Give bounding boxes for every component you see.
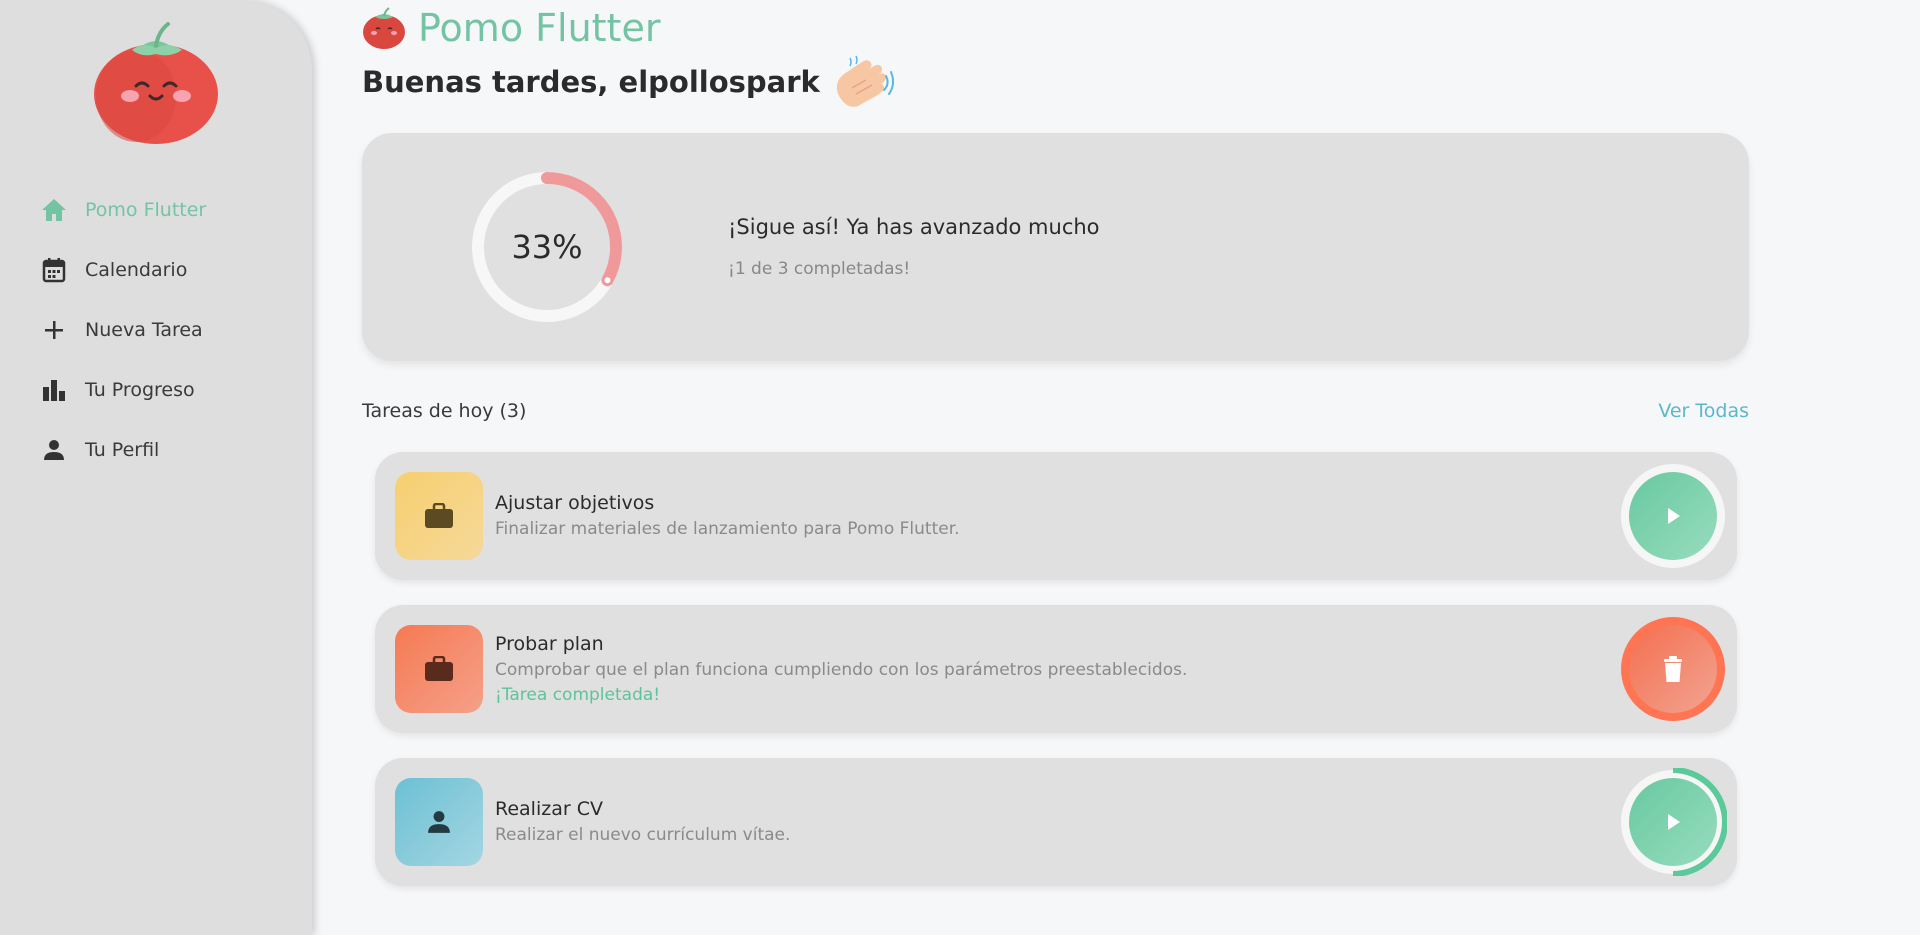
task-description: Realizar el nuevo currículum vítae. — [495, 825, 791, 845]
progress-percent: 33% — [511, 228, 583, 266]
progress-card: 33% ¡Sigue así! Ya has avanzado mucho ¡1… — [362, 133, 1749, 361]
task-icon-box — [395, 778, 483, 866]
task-status: ¡Tarea completada! — [495, 685, 661, 705]
sidebar-item-label: Tu Perfil — [85, 439, 160, 461]
calendar-icon — [40, 256, 68, 284]
sidebar: Pomo Flutter Calendario Nueva Tarea Tu P… — [0, 0, 312, 935]
briefcase-icon — [425, 656, 453, 681]
sidebar-item-tu-perfil[interactable]: Tu Perfil — [40, 420, 300, 480]
progress-subtitle: ¡1 de 3 completadas! — [728, 259, 911, 279]
sidebar-item-calendario[interactable]: Calendario — [40, 240, 300, 300]
progress-title: ¡Sigue así! Ya has avanzado mucho — [728, 215, 1100, 239]
task-icon-box — [395, 472, 483, 560]
greeting: Buenas tardes, elpollospark — [362, 54, 894, 110]
tomato-logo-icon — [94, 22, 218, 144]
task-title: Ajustar objetivos — [495, 492, 655, 514]
sidebar-item-label: Calendario — [85, 259, 188, 281]
person-icon — [40, 436, 68, 464]
sidebar-item-nueva-tarea[interactable]: Nueva Tarea — [40, 300, 300, 360]
sidebar-item-pomo-flutter[interactable]: Pomo Flutter — [40, 180, 300, 240]
task-description: Comprobar que el plan funciona cumpliend… — [495, 660, 1188, 680]
app-title-text: Pomo Flutter — [418, 6, 661, 50]
trash-icon — [1664, 656, 1682, 682]
waving-hand-icon — [836, 55, 894, 107]
sidebar-item-tu-progreso[interactable]: Tu Progreso — [40, 360, 300, 420]
task-title: Probar plan — [495, 633, 604, 655]
sidebar-item-label: Tu Progreso — [85, 379, 195, 401]
bar-chart-icon — [40, 376, 68, 404]
see-all-link[interactable]: Ver Todas — [1658, 400, 1749, 422]
greeting-text: Buenas tardes, elpollospark — [362, 65, 820, 99]
task-card[interactable]: Realizar CV Realizar el nuevo currículum… — [375, 758, 1737, 886]
home-icon — [40, 196, 68, 224]
task-icon-box — [395, 625, 483, 713]
task-card[interactable]: Ajustar objetivos Finalizar materiales d… — [375, 452, 1737, 580]
sidebar-nav: Pomo Flutter Calendario Nueva Tarea Tu P… — [40, 180, 300, 480]
tomato-icon — [363, 7, 405, 49]
plus-icon — [40, 316, 68, 344]
sidebar-item-label: Pomo Flutter — [85, 199, 207, 221]
sidebar-item-label: Nueva Tarea — [85, 319, 203, 341]
task-description: Finalizar materiales de lanzamiento para… — [495, 519, 960, 539]
app-title: Pomo Flutter — [362, 6, 660, 50]
briefcase-icon — [425, 503, 453, 528]
person-icon — [428, 811, 450, 833]
play-button[interactable] — [1619, 462, 1727, 570]
task-card[interactable]: Probar plan Comprobar que el plan funcio… — [375, 605, 1737, 733]
delete-button[interactable] — [1619, 615, 1727, 723]
tasks-heading: Tareas de hoy (3) — [362, 400, 527, 422]
play-button[interactable] — [1619, 768, 1727, 876]
task-title: Realizar CV — [495, 798, 603, 820]
